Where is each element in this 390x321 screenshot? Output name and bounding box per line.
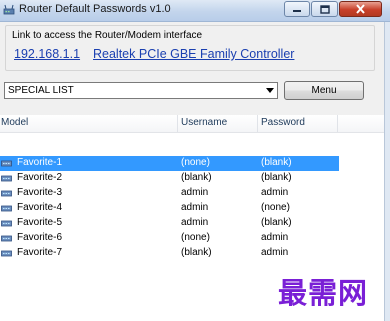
row-password: admin	[261, 187, 289, 198]
close-icon	[356, 4, 365, 14]
window-title: Router Default Passwords v1.0	[19, 3, 171, 15]
row-password: admin	[261, 232, 289, 243]
row-model: Favorite-6	[17, 232, 63, 243]
table-row[interactable]: Favorite-3 admin admin	[0, 186, 339, 201]
row-model: Favorite-3	[17, 187, 63, 198]
network-device-icon	[1, 175, 12, 182]
menu-button[interactable]: Menu	[284, 81, 364, 100]
row-username: admin	[181, 202, 209, 213]
row-password: (blank)	[261, 217, 292, 228]
router-link-group: Link to access the Router/Modem interfac…	[5, 25, 375, 71]
network-device-icon	[1, 190, 12, 197]
column-divider[interactable]	[337, 115, 338, 132]
list-select[interactable]: SPECIAL LIST	[4, 82, 278, 99]
table-row[interactable]: Favorite-4 admin (none)	[0, 201, 339, 216]
table-header: Model Username Password	[0, 115, 384, 133]
minimize-button[interactable]	[284, 1, 310, 17]
row-model: Favorite-2	[17, 172, 63, 183]
maximize-icon	[319, 4, 330, 14]
column-divider[interactable]	[257, 115, 258, 132]
row-username: admin	[181, 187, 209, 198]
row-model: Favorite-4	[17, 202, 63, 213]
router-ip-link[interactable]: 192.168.1.1	[14, 47, 80, 61]
close-button[interactable]	[339, 1, 382, 17]
title-bar[interactable]: Router Default Passwords v1.0	[0, 0, 390, 22]
table-row[interactable]: Favorite-5 admin (blank)	[0, 216, 339, 231]
minimize-icon	[293, 10, 301, 12]
network-device-icon	[1, 250, 12, 257]
router-icon	[3, 4, 15, 15]
list-select-value: SPECIAL LIST	[8, 85, 74, 96]
table-row[interactable]: Favorite-2 (blank) (blank)	[0, 171, 339, 186]
router-link-group-label: Link to access the Router/Modem interfac…	[12, 30, 203, 41]
row-username: (blank)	[181, 172, 212, 183]
row-model: Favorite-1	[17, 157, 63, 168]
network-adapter-link[interactable]: Realtek PCIe GBE Family Controller	[93, 47, 294, 61]
row-username: (none)	[181, 232, 210, 243]
network-device-icon	[1, 160, 12, 167]
column-header-username[interactable]: Username	[181, 115, 227, 132]
row-password: (blank)	[261, 157, 292, 168]
row-password: (blank)	[261, 172, 292, 183]
row-username: (none)	[181, 157, 210, 168]
row-password: admin	[261, 247, 289, 258]
row-model: Favorite-7	[17, 247, 63, 258]
column-divider[interactable]	[177, 115, 178, 132]
network-device-icon	[1, 205, 12, 212]
maximize-button[interactable]	[311, 1, 338, 17]
column-header-model[interactable]: Model	[1, 115, 28, 132]
network-device-icon	[1, 220, 12, 227]
row-username: (blank)	[181, 247, 212, 258]
network-device-icon	[1, 235, 12, 242]
table-row[interactable]: Favorite-1 (none) (blank)	[0, 156, 339, 171]
row-username: admin	[181, 217, 209, 228]
table-row[interactable]: Favorite-7 (blank) admin	[0, 246, 339, 261]
row-model: Favorite-5	[17, 217, 63, 228]
column-header-password[interactable]: Password	[261, 115, 305, 132]
chevron-down-icon[interactable]	[266, 88, 274, 93]
row-password: (none)	[261, 202, 290, 213]
watermark: 最需网	[278, 276, 369, 310]
table-row[interactable]: Favorite-6 (none) admin	[0, 231, 339, 246]
window-right-edge	[384, 22, 390, 321]
